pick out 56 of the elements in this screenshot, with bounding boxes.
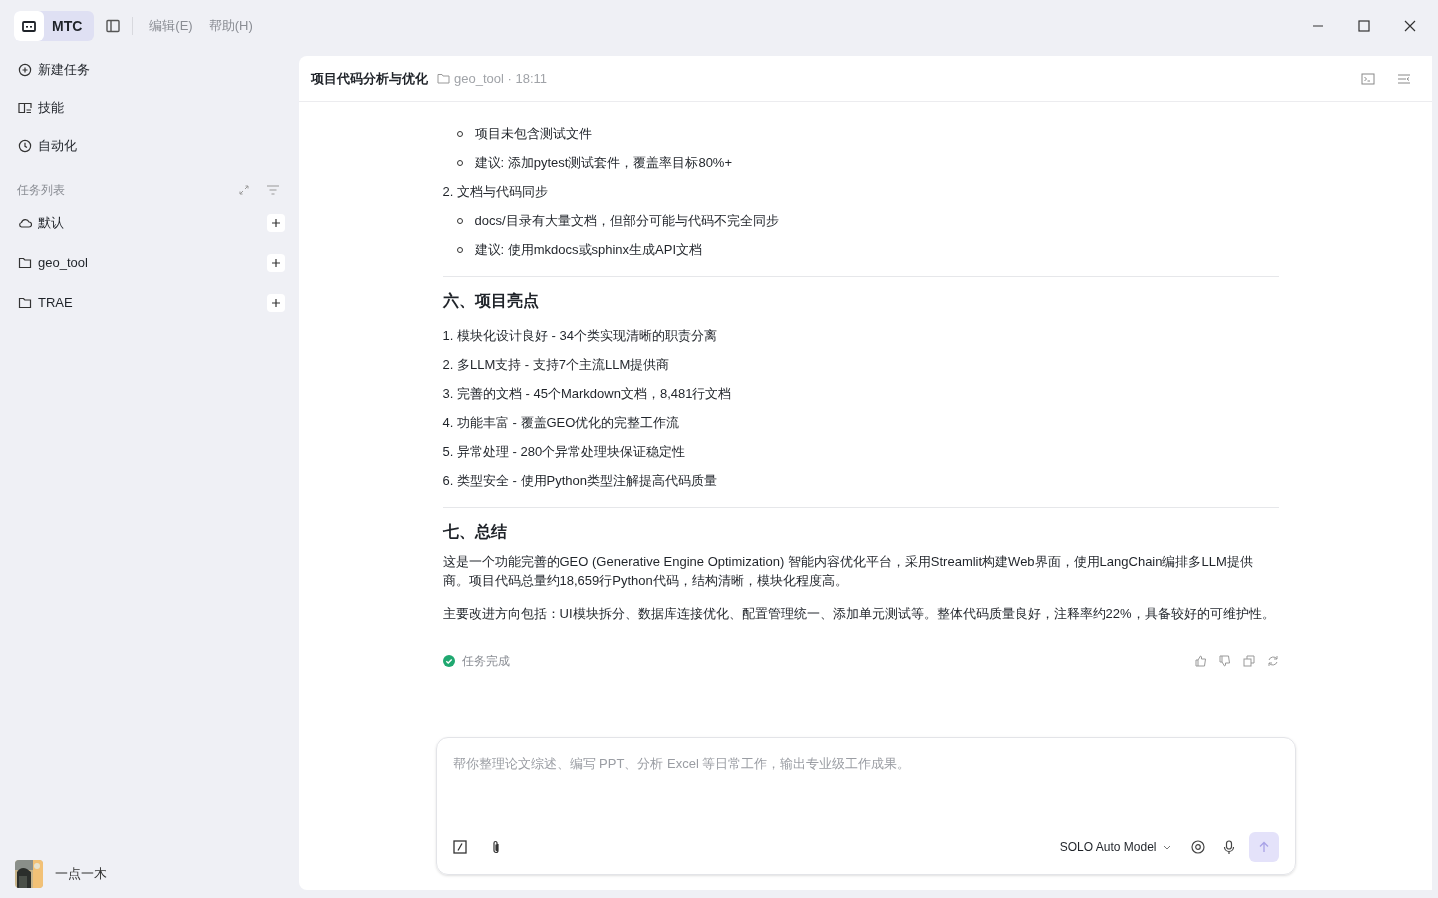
prompt-input[interactable]: 帮你整理论文综述、编写 PPT、分析 Excel 等日常工作，输出专业级工作成果。	[452, 754, 1279, 774]
list-item: 2. 文档与代码同步	[442, 183, 549, 201]
task-group[interactable]: TRAE	[14, 293, 77, 313]
thumbs-down-icon[interactable]	[1218, 655, 1231, 667]
list-item: 2. 多LLM支持 - 支持7个主流LLM提供商	[442, 356, 671, 374]
list-item: 建议: 添加pytest测试套件，覆盖率目标80%+	[474, 153, 733, 172]
list-item: 6. 类型安全 - 使用Python类型注解提高代码质量	[442, 472, 718, 490]
plus-icon	[272, 259, 280, 267]
status-text: 任务完成	[461, 653, 510, 670]
caret-icon	[1162, 844, 1171, 850]
app-badge[interactable]: MTC	[14, 11, 95, 41]
refresh-icon[interactable]	[1266, 655, 1279, 667]
user-name: 一点一木	[55, 865, 107, 884]
task-group[interactable]: geo_tool	[14, 253, 92, 273]
expand-icon[interactable]	[238, 184, 250, 196]
folder-icon	[18, 256, 32, 270]
arrow-up-icon	[1257, 841, 1270, 853]
task-group[interactable]: 默认	[14, 213, 68, 233]
add-button[interactable]	[267, 254, 285, 272]
copy-icon[interactable]	[1242, 655, 1255, 667]
section-heading: 七、总结	[442, 522, 508, 542]
nav-item[interactable]: 新建任务	[14, 54, 285, 86]
add-button[interactable]	[267, 214, 285, 232]
list-item: 5. 异常处理 - 280个异常处理块保证稳定性	[442, 443, 687, 461]
section-title: 任务列表	[17, 182, 65, 199]
app-name: MTC	[52, 16, 83, 36]
list-item: 项目未包含测试文件	[474, 124, 592, 143]
model-selector[interactable]: SOLO Auto Model	[1059, 838, 1171, 856]
section-heading: 六、项目亮点	[442, 291, 540, 311]
check-circle-icon	[442, 655, 455, 667]
plus-icon	[272, 219, 280, 227]
paragraph: 这是一个功能完善的GEO (Generative Engine Optimization) 智能内容优化平台，采用Streamlit构建Web界面，使用LangChain编排多LLM提供商。项目代码总量约18,659行Python代码，结构清晰，模块化程度高。	[442, 553, 1254, 590]
paragraph: 主要改进方向包括：UI模块拆分、数据库连接优化、配置管理统一、添加单元测试等。整体代码质量良好，注释率约22%，具备较好的可维护性。	[442, 605, 1276, 623]
folder-icon	[18, 296, 32, 310]
folder-icon	[437, 73, 450, 84]
nav-item[interactable]: 自动化	[14, 130, 285, 162]
slash-box-icon[interactable]	[452, 840, 467, 854]
task-meta: geo_tool · 18:11	[454, 69, 547, 88]
send-button[interactable]	[1248, 832, 1279, 862]
book-icon	[18, 101, 32, 115]
nav-item[interactable]: 技能	[14, 92, 285, 124]
list-item: 3. 完善的文档 - 45个Markdown文档，8,481行文档	[442, 385, 733, 403]
add-button[interactable]	[267, 294, 285, 312]
list-item: 建议: 使用mkdocs或sphinx生成API文档	[474, 240, 703, 259]
task-title: 项目代码分析与优化	[311, 69, 428, 88]
plus-bubble-icon	[18, 63, 32, 77]
cloud-icon	[18, 216, 32, 230]
list-item: 4. 功能丰富 - 覆盖GEO优化的完整工作流	[442, 414, 681, 432]
collapse-panel-icon[interactable]	[1397, 72, 1411, 85]
plus-icon	[272, 299, 280, 307]
clock-icon	[18, 139, 32, 153]
list-item: 1. 模块化设计良好 - 34个类实现清晰的职责分离	[442, 327, 718, 345]
sidebar-toggle-icon[interactable]	[106, 19, 121, 33]
thumbs-up-icon[interactable]	[1194, 655, 1207, 667]
microphone-icon[interactable]	[1222, 839, 1235, 855]
list-item: docs/目录有大量文档，但部分可能与代码不完全同步	[474, 211, 779, 230]
